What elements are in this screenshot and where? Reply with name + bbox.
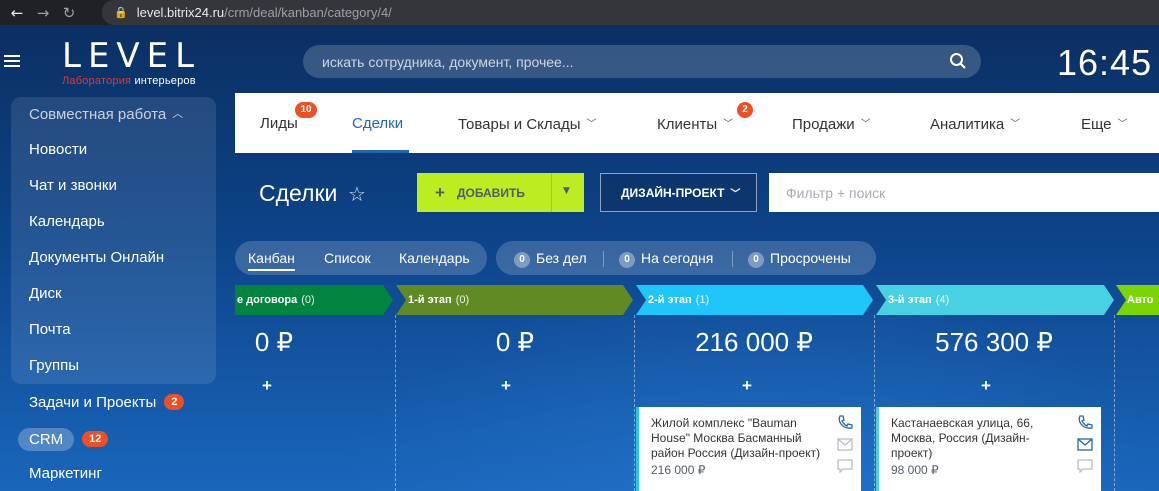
tab-more[interactable]: Еще ﹀ — [1081, 115, 1128, 133]
phone-icon[interactable] — [1077, 415, 1093, 430]
filter-search-input[interactable]: Фильтр + поиск — [769, 173, 1159, 212]
deal-card[interactable]: Жилой комплекс "Bauman House" Москва Бас… — [636, 407, 861, 491]
chevron-down-icon: ﹀ — [860, 119, 871, 130]
active-tab-indicator — [352, 150, 409, 153]
chat-icon[interactable] — [1077, 459, 1093, 473]
deal-card-price: 98 000 ₽ — [891, 463, 939, 477]
chevron-down-icon: ﹀ — [723, 119, 734, 130]
sidebar-item-chat[interactable]: Чат и звонки — [29, 177, 117, 194]
chevron-down-icon: ﹀ — [1010, 119, 1021, 130]
sidebar-item-crm[interactable]: CRM 12 — [18, 428, 109, 451]
quick-add-plus-icon[interactable]: + — [981, 376, 991, 396]
tab-products[interactable]: Товары и Склады ﹀ — [458, 115, 597, 133]
stage-sum-contract: 0 ₽ — [254, 327, 294, 357]
stage-header-2[interactable]: 2-й этап (1) — [648, 285, 858, 315]
clients-counter: 2 — [737, 102, 753, 118]
tab-sales[interactable]: Продажи ﹀ — [792, 115, 871, 133]
back-arrow-icon[interactable]: ← — [4, 4, 30, 22]
clock: 16:45 — [1057, 42, 1153, 83]
stage-sum-1: 0 ₽ — [495, 327, 535, 357]
add-deal-button[interactable]: + ДОБАВИТЬ ▼ — [417, 173, 584, 212]
chat-icon[interactable] — [837, 459, 853, 473]
browser-toolbar: ← → ↻ 🔒 level.bitrix24.ru/crm/deal/kanba… — [0, 0, 1159, 25]
tasks-badge: 2 — [164, 394, 185, 410]
chevron-down-icon: ﹀ — [1117, 119, 1128, 130]
sidebar-group-title[interactable]: Совместная работа ︿ — [29, 105, 183, 123]
forward-arrow-icon[interactable]: → — [30, 4, 56, 22]
reload-icon[interactable]: ↻ — [56, 4, 82, 22]
counter-today[interactable]: 0 На сегодня — [619, 250, 713, 268]
crm-badge: 12 — [82, 431, 109, 447]
mail-icon[interactable] — [1077, 438, 1093, 451]
view-calendar[interactable]: Календарь — [399, 250, 470, 266]
view-switcher: Канбан Список Календарь — [235, 241, 487, 275]
sidebar-item-news[interactable]: Новости — [29, 141, 87, 158]
view-list[interactable]: Список — [324, 250, 371, 266]
phone-icon[interactable] — [837, 415, 853, 430]
stage-header-1[interactable]: 1-й этап (0) — [408, 285, 618, 315]
logo-subtitle: Лаборатория интерьеров — [62, 75, 196, 87]
view-kanban[interactable]: Канбан — [248, 250, 295, 271]
sidebar-item-calendar[interactable]: Календарь — [29, 213, 105, 230]
star-icon[interactable]: ☆ — [348, 182, 366, 206]
deal-card-title[interactable]: Жилой комплекс "Bauman House" Москва Бас… — [651, 416, 821, 461]
caret-down-icon[interactable]: ▼ — [563, 186, 570, 196]
sidebar-item-tasks[interactable]: Задачи и Проекты 2 — [29, 394, 185, 411]
stage-header-contract[interactable]: е договора (0) — [237, 285, 387, 315]
stage-sum-2: 216 000 ₽ — [695, 327, 813, 357]
tab-analytics[interactable]: Аналитика ﹀ — [930, 115, 1020, 133]
logo-text: LEVEL — [62, 36, 202, 76]
chevron-down-icon: ﹀ — [730, 189, 741, 200]
deal-card-title[interactable]: Кастанаевская улица, 66, Москва, Россия … — [891, 416, 1061, 461]
lock-icon: 🔒 — [114, 6, 128, 19]
stage-header-auto[interactable]: Авто — [1127, 285, 1159, 315]
deal-card[interactable]: Кастанаевская улица, 66, Москва, Россия … — [876, 407, 1101, 491]
search-input[interactable]: искать сотрудника, документ, прочее... — [303, 45, 981, 78]
add-button-label: ДОБАВИТЬ — [456, 185, 525, 200]
stage-sum-3: 576 300 ₽ — [935, 327, 1053, 357]
address-bar[interactable]: 🔒 level.bitrix24.ru/crm/deal/kanban/cate… — [102, 0, 1159, 25]
stage-header-3[interactable]: 3-й этап (4) — [888, 285, 1098, 315]
sidebar-item-mail[interactable]: Почта — [29, 321, 71, 338]
tab-clients[interactable]: Клиенты ﹀ — [657, 115, 733, 133]
deal-card-price: 216 000 ₽ — [651, 463, 706, 477]
plus-icon: + — [435, 182, 445, 202]
tab-leads[interactable]: Лиды — [260, 115, 298, 132]
quick-add-plus-icon[interactable]: + — [262, 376, 272, 396]
chevron-up-icon: ︿ — [172, 107, 184, 120]
activity-counters: 0 Без дел 0 На сегодня 0 Просрочены — [496, 241, 876, 275]
counter-overdue[interactable]: 0 Просрочены — [748, 250, 851, 268]
tab-deals[interactable]: Сделки — [352, 115, 403, 132]
counter-no-tasks[interactable]: 0 Без дел — [514, 250, 587, 268]
logo[interactable]: LEVEL Лаборатория интерьеров — [62, 39, 201, 87]
crm-topnav: Лиды 10 Сделки Товары и Склады ﹀ Клиенты ﹀… — [235, 93, 1159, 153]
chevron-down-icon: ﹀ — [586, 119, 597, 130]
quick-add-plus-icon[interactable]: + — [742, 376, 752, 396]
page-title: Сделки — [259, 180, 338, 206]
mail-icon[interactable] — [837, 438, 853, 451]
url-host: level.bitrix24.ru — [136, 5, 225, 20]
category-selector-button[interactable]: ДИЗАЙН-ПРОЕКТ ﹀ — [600, 173, 757, 212]
sidebar-item-docs[interactable]: Документы Онлайн — [29, 249, 164, 266]
search-icon[interactable] — [949, 52, 967, 70]
hamburger-menu-icon[interactable] — [4, 55, 20, 70]
url-path: /crm/deal/kanban/category/4/ — [224, 5, 392, 20]
search-placeholder: искать сотрудника, документ, прочее... — [322, 53, 574, 70]
sidebar-item-groups[interactable]: Группы — [29, 357, 79, 374]
quick-add-plus-icon[interactable]: + — [501, 376, 511, 396]
sidebar-item-marketing[interactable]: Маркетинг — [29, 465, 102, 482]
leads-counter: 10 — [295, 102, 317, 118]
